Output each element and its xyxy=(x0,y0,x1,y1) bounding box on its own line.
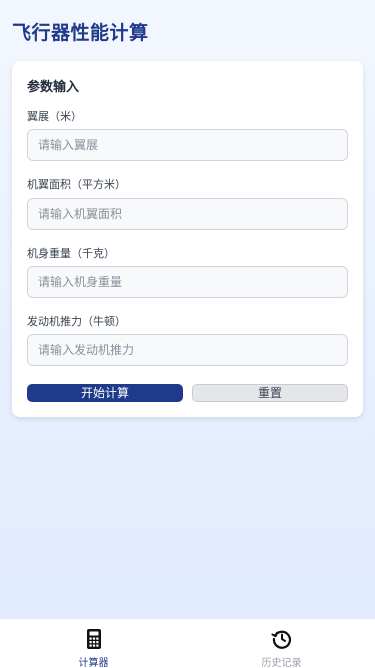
tab-history-label: 历史记录 xyxy=(261,658,302,668)
bottom-tab-bar: 计算器 历史记录 xyxy=(0,618,375,668)
card-title: 参数输入 xyxy=(27,80,80,95)
wingspan-label: 翼展（米） xyxy=(27,110,82,123)
calculator-icon xyxy=(83,628,105,650)
tab-calculator-label: 计算器 xyxy=(78,658,109,668)
wingspan-input[interactable] xyxy=(27,129,348,161)
fuselage-weight-input[interactable] xyxy=(27,266,348,298)
wing-area-label: 机翼面积（平方米） xyxy=(27,178,126,191)
engine-thrust-input[interactable] xyxy=(27,334,348,366)
tab-calculator[interactable]: 计算器 xyxy=(0,619,187,668)
history-icon xyxy=(271,628,293,650)
page-title: 飞行器性能计算 xyxy=(12,22,149,44)
fuselage-weight-label: 机身重量（千克） xyxy=(27,247,115,260)
engine-thrust-label: 发动机推力（牛顿） xyxy=(27,315,126,328)
tab-history[interactable]: 历史记录 xyxy=(188,619,375,668)
parameter-card: 参数输入 翼展（米） 机翼面积（平方米） 机身重量（千克） 发动机推力（牛顿） … xyxy=(12,61,363,417)
reset-button[interactable]: 重置 xyxy=(192,384,348,402)
wing-area-input[interactable] xyxy=(27,198,348,230)
calculate-button[interactable]: 开始计算 xyxy=(27,384,183,402)
